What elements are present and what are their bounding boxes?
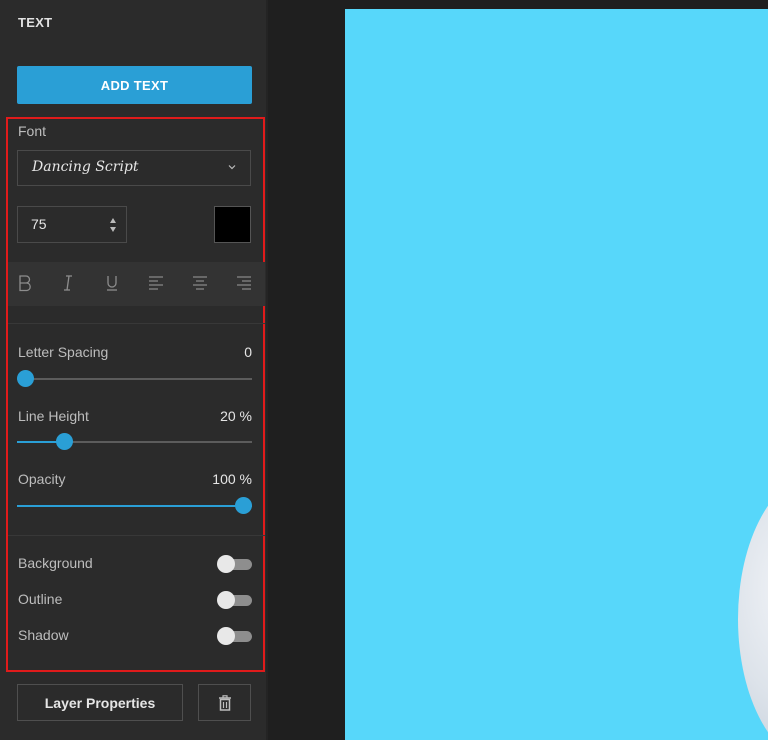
letter-spacing-value: 0 (244, 344, 252, 360)
font-selected-value: Dancing Script (32, 159, 139, 175)
line-height-slider[interactable] (17, 433, 252, 450)
panel-title: TEXT (18, 15, 53, 30)
font-label: Font (18, 123, 47, 139)
background-toggle[interactable] (217, 555, 252, 573)
letter-spacing-label: Letter Spacing (18, 344, 109, 360)
italic-icon[interactable] (60, 274, 76, 292)
highlight-box (6, 117, 265, 672)
text-panel: TEXT ADD TEXT Font Dancing Script 75 Let… (0, 0, 266, 740)
delete-layer-button[interactable] (198, 684, 251, 721)
toggle-knob (217, 591, 235, 609)
trash-icon (219, 695, 231, 711)
bold-icon[interactable] (17, 274, 33, 292)
font-size-stepper[interactable]: 75 (17, 206, 127, 243)
design-canvas[interactable] (345, 9, 768, 740)
background-label: Background (18, 555, 93, 571)
letter-spacing-slider[interactable] (17, 370, 252, 387)
section-divider (8, 535, 265, 536)
slider-thumb[interactable] (235, 497, 252, 514)
chevron-down-icon (228, 165, 236, 170)
shadow-label: Shadow (18, 627, 69, 643)
line-height-value: 20 % (220, 408, 252, 424)
shadow-toggle[interactable] (217, 627, 252, 645)
opacity-slider[interactable] (17, 497, 252, 514)
outline-toggle[interactable] (217, 591, 252, 609)
add-text-button[interactable]: ADD TEXT (17, 66, 252, 104)
font-select[interactable]: Dancing Script (17, 150, 251, 186)
spinner-arrows-icon[interactable] (109, 217, 117, 233)
toggle-knob (217, 627, 235, 645)
align-left-icon[interactable] (148, 274, 164, 292)
align-right-icon[interactable] (236, 274, 252, 292)
font-size-value: 75 (31, 216, 47, 232)
text-format-toolbar (8, 262, 265, 306)
font-color-swatch[interactable] (214, 206, 251, 243)
line-height-label: Line Height (18, 408, 89, 424)
slider-fill (17, 505, 252, 507)
opacity-value: 100 % (212, 471, 252, 487)
slider-thumb[interactable] (56, 433, 73, 450)
opacity-label: Opacity (18, 471, 66, 487)
toggle-knob (217, 555, 235, 573)
outline-label: Outline (18, 591, 63, 607)
canvas-image-layer[interactable] (738, 474, 768, 740)
layer-properties-button[interactable]: Layer Properties (17, 684, 183, 721)
slider-thumb[interactable] (17, 370, 34, 387)
align-center-icon[interactable] (192, 274, 208, 292)
underline-icon[interactable] (104, 274, 120, 292)
section-divider (8, 323, 265, 324)
